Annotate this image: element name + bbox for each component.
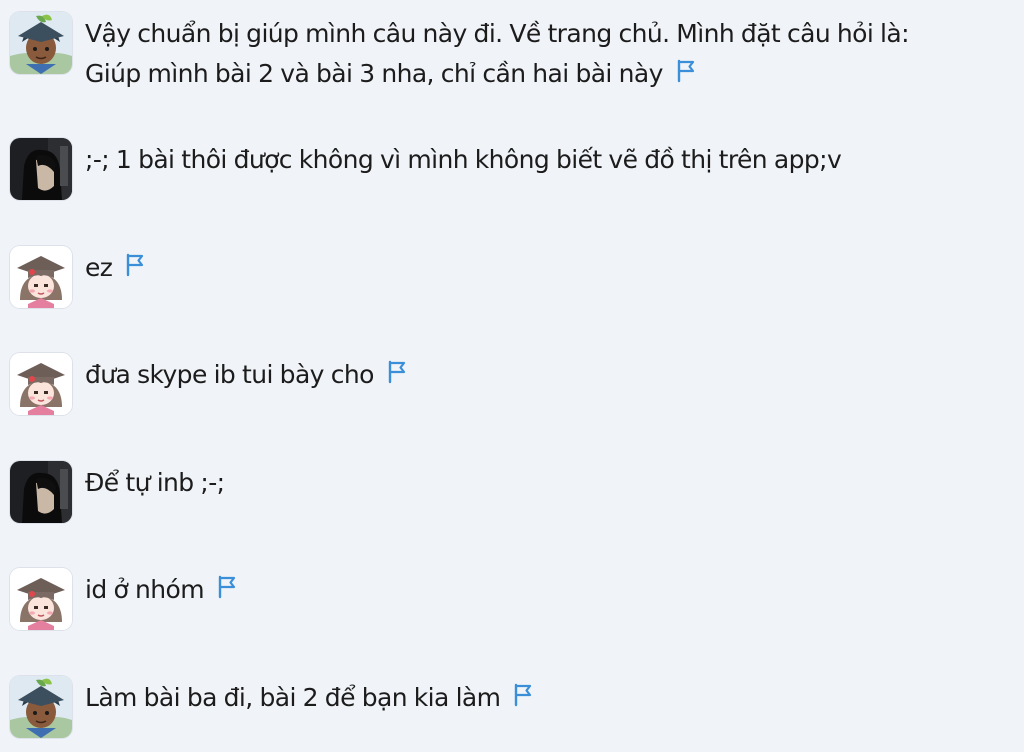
message-item: đưa skype ib tui bày cho xyxy=(10,353,1014,415)
message-item: id ở nhóm xyxy=(10,568,1014,630)
graduate-girl-avatar[interactable] xyxy=(10,568,72,630)
green-hat-boy-avatar[interactable] xyxy=(10,676,72,738)
flag-icon[interactable] xyxy=(675,59,697,83)
message-item: ez xyxy=(10,246,1014,308)
message-text: ;-; 1 bài thôi được không vì mình không … xyxy=(85,140,1014,180)
flag-icon[interactable] xyxy=(512,683,534,707)
message-line: Để tự inb ;-; xyxy=(85,468,225,497)
green-hat-boy-avatar[interactable] xyxy=(10,12,72,74)
message-line: Vậy chuẩn bị giúp mình câu này đi. Về tr… xyxy=(85,19,910,48)
message-text: Vậy chuẩn bị giúp mình câu này đi. Về tr… xyxy=(85,14,1014,94)
message-line: ez xyxy=(85,253,113,282)
message-item: Vậy chuẩn bị giúp mình câu này đi. Về tr… xyxy=(10,12,1014,96)
message-text: ez xyxy=(85,248,1014,288)
chat-thread: Vậy chuẩn bị giúp mình câu này đi. Về tr… xyxy=(0,0,1024,752)
message-text: đưa skype ib tui bày cho xyxy=(85,355,1014,395)
message-line: ;-; 1 bài thôi được không vì mình không … xyxy=(85,145,842,174)
graduate-girl-avatar[interactable] xyxy=(10,353,72,415)
flag-icon[interactable] xyxy=(216,575,238,599)
message-item: Làm bài ba đi, bài 2 để bạn kia làm xyxy=(10,676,1014,738)
message-line: đưa skype ib tui bày cho xyxy=(85,360,374,389)
message-line: Làm bài ba đi, bài 2 để bạn kia làm xyxy=(85,683,501,712)
message-text: id ở nhóm xyxy=(85,570,1014,610)
message-text: Để tự inb ;-; xyxy=(85,463,1014,503)
message-line: Giúp mình bài 2 và bài 3 nha, chỉ cần ha… xyxy=(85,59,663,88)
graduate-girl-avatar[interactable] xyxy=(10,246,72,308)
message-item: Để tự inb ;-; xyxy=(10,461,1014,523)
dark-hair-girl-avatar[interactable] xyxy=(10,461,72,523)
message-text: Làm bài ba đi, bài 2 để bạn kia làm xyxy=(85,678,1014,718)
message-item: ;-; 1 bài thôi được không vì mình không … xyxy=(10,138,1014,200)
message-line: id ở nhóm xyxy=(85,575,205,604)
flag-icon[interactable] xyxy=(386,360,408,384)
flag-icon[interactable] xyxy=(124,253,146,277)
dark-hair-girl-avatar[interactable] xyxy=(10,138,72,200)
